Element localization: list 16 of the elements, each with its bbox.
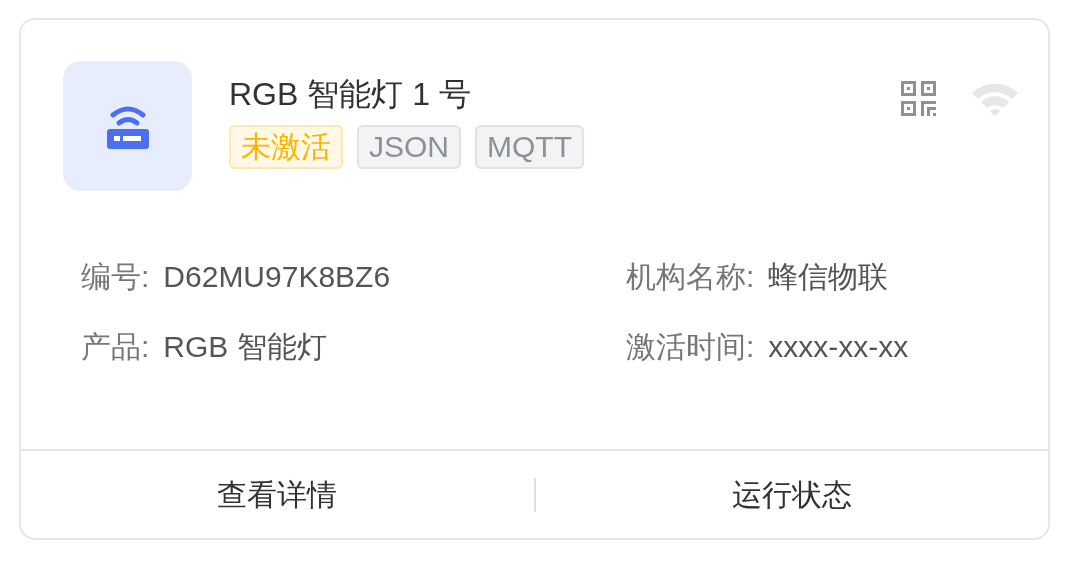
info-value: RGB 智能灯 <box>163 330 327 363</box>
info-value: 蜂信物联 <box>768 260 889 293</box>
info-label: 机构名称: <box>626 260 755 293</box>
info-label: 编号: <box>81 260 150 293</box>
device-title: RGB 智能灯 1 号 <box>229 75 472 114</box>
status-tag: 未激活 <box>229 125 343 170</box>
info-value: xxxx-xx-xx <box>768 330 909 363</box>
action-button[interactable]: 运行状态 <box>535 471 1048 518</box>
protocol-tag: MQTT <box>475 125 584 170</box>
info-label: 激活时间: <box>626 330 755 363</box>
info-value: D62MU97K8BZ6 <box>163 260 391 293</box>
info-label: 产品: <box>81 330 150 363</box>
action-button[interactable]: 查看详情 <box>21 471 534 518</box>
router-icon <box>104 103 151 149</box>
qr-code-icon[interactable] <box>901 81 936 116</box>
protocol-tag: JSON <box>357 125 461 170</box>
